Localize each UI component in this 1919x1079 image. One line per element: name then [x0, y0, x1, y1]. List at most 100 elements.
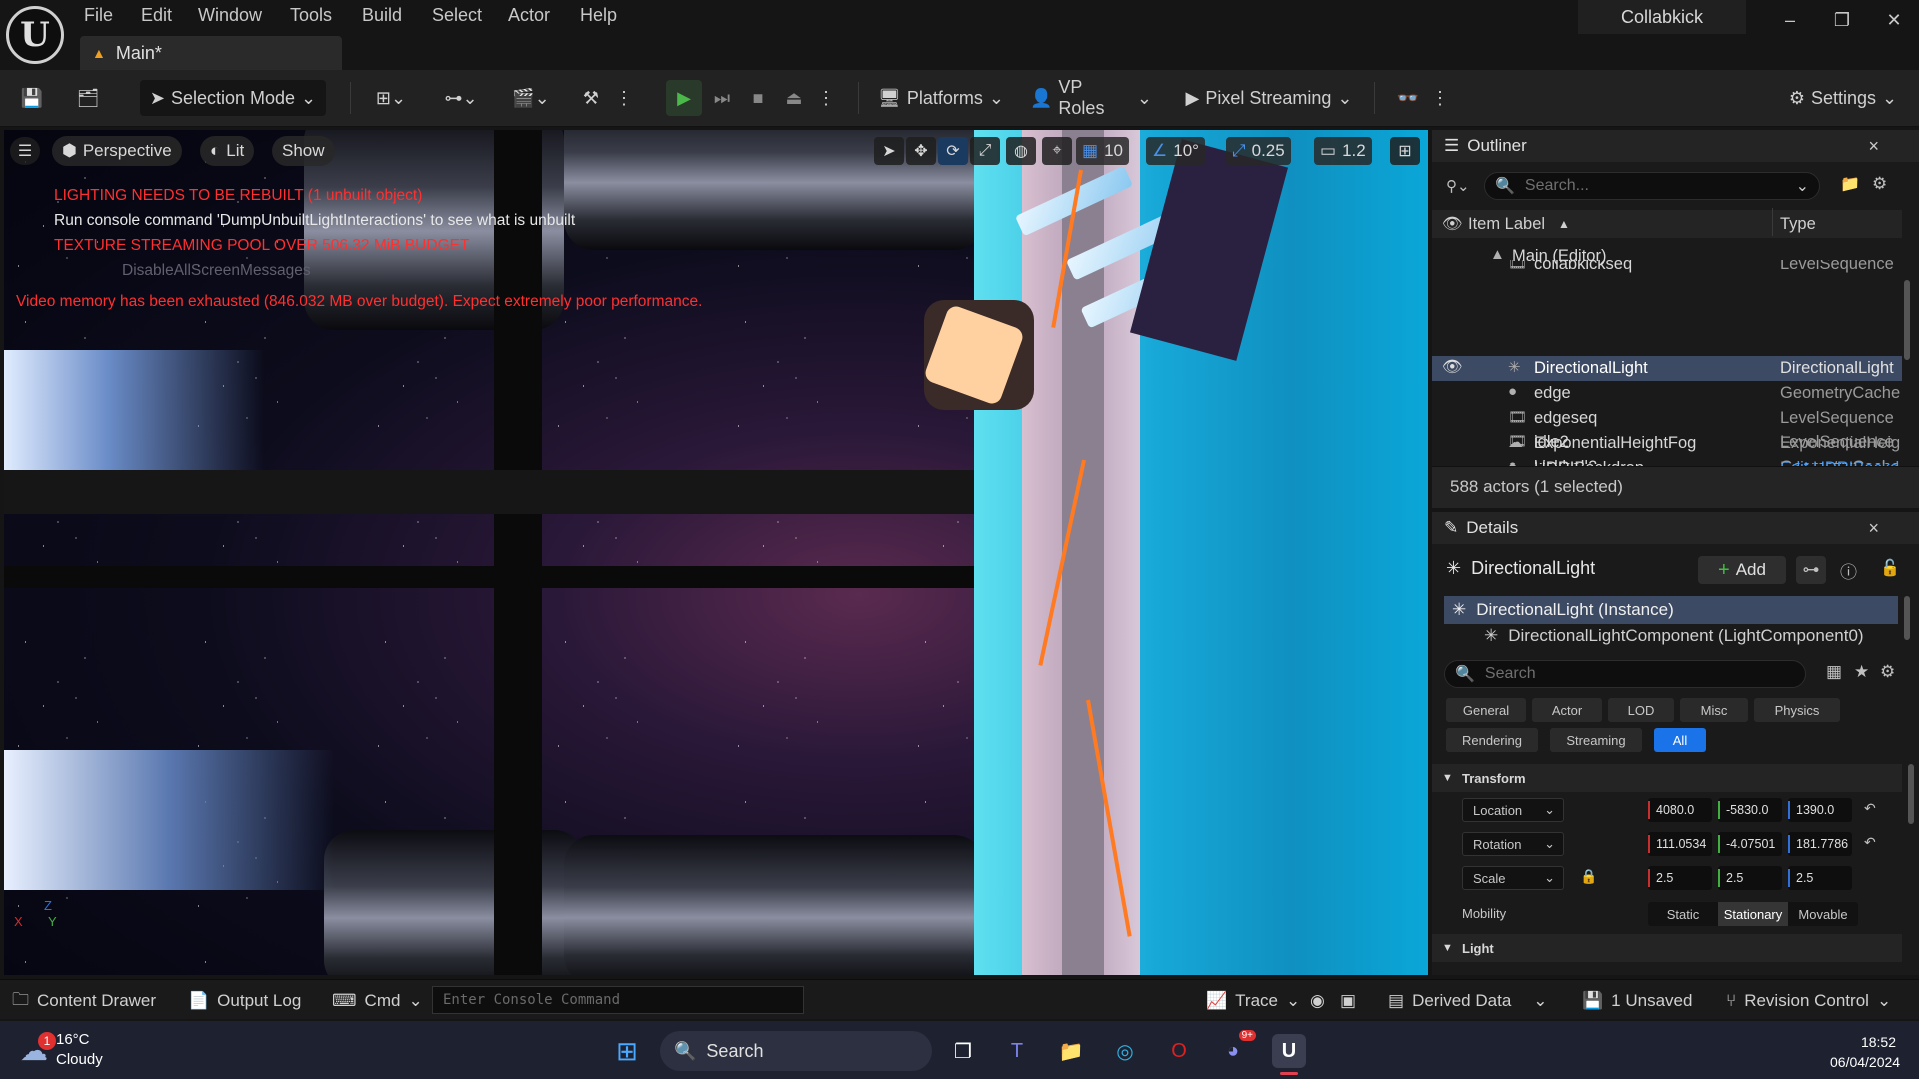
pixel-streaming-dropdown[interactable]: ▶ Pixel Streaming ⌄: [1180, 80, 1358, 116]
outliner-search-input[interactable]: 🔍 Search... ⌄: [1484, 172, 1820, 200]
stop-icon[interactable]: ■: [742, 80, 774, 116]
reset-icon[interactable]: ↶: [1864, 834, 1876, 851]
select-tool-icon[interactable]: ➤: [874, 137, 904, 165]
menu-tools[interactable]: Tools: [290, 5, 332, 29]
viewport-layout-icon[interactable]: ⊞: [1390, 137, 1420, 165]
scale-y-field[interactable]: 2.5: [1718, 866, 1782, 890]
clock[interactable]: 18:52 06/04/2024: [1830, 1032, 1900, 1072]
translate-tool-icon[interactable]: ✥: [906, 137, 936, 165]
output-log-button[interactable]: 📄 Output Log: [188, 990, 301, 1012]
mobility-movable[interactable]: Movable: [1788, 902, 1858, 926]
tree-row[interactable]: ● edge GeometryCache: [1432, 381, 1902, 406]
platforms-dropdown[interactable]: 🖥 Platforms ⌄: [874, 80, 1008, 116]
eject-icon[interactable]: ⏏: [778, 80, 810, 116]
console-command-input[interactable]: Enter Console Command: [432, 986, 804, 1014]
task-view-icon[interactable]: ❐: [946, 1034, 980, 1068]
record-icon[interactable]: ◉: [1310, 990, 1325, 1012]
rotation-x-field[interactable]: 111.0534: [1648, 832, 1712, 856]
type-column[interactable]: Type: [1780, 215, 1816, 234]
filter-lod[interactable]: LOD: [1608, 698, 1674, 722]
scale-snap-button[interactable]: ⤢ 0.25: [1226, 137, 1291, 165]
world-space-icon[interactable]: ◍: [1006, 137, 1036, 165]
blueprint-icon[interactable]: ⊶⌄: [438, 80, 484, 116]
mobility-stationary[interactable]: Stationary: [1718, 902, 1788, 926]
menu-help[interactable]: Help: [580, 5, 617, 29]
play-icon[interactable]: ▶: [666, 80, 702, 116]
revision-control-dropdown[interactable]: ⑂ Revision Control ⌄: [1726, 990, 1891, 1012]
location-x-field[interactable]: 4080.0: [1648, 798, 1712, 822]
save-icon[interactable]: 💾: [14, 80, 50, 116]
filter-physics[interactable]: Physics: [1754, 698, 1840, 722]
menu-edit[interactable]: Edit: [141, 5, 172, 29]
mobility-static[interactable]: Static: [1648, 902, 1718, 926]
trace-dropdown[interactable]: 📈 Trace ⌄: [1206, 990, 1300, 1012]
unreal-logo-icon[interactable]: U: [6, 6, 64, 64]
location-z-field[interactable]: 1390.0: [1788, 798, 1852, 822]
favorite-star-icon[interactable]: ★: [1854, 662, 1869, 682]
filter-all[interactable]: All: [1654, 728, 1706, 752]
more-options-icon[interactable]: ⋮: [614, 80, 634, 116]
table-view-icon[interactable]: ▦: [1826, 662, 1842, 682]
windows-start-icon[interactable]: ⊞: [610, 1034, 644, 1068]
visibility-column-icon[interactable]: 👁: [1442, 215, 1463, 234]
taskbar-search[interactable]: 🔍 Search: [660, 1031, 932, 1071]
cinematics-icon[interactable]: 🎬⌄: [508, 80, 554, 116]
filter-actor[interactable]: Actor: [1532, 698, 1602, 722]
location-dropdown[interactable]: Location ⌄: [1462, 798, 1564, 822]
tree-row[interactable]: 🎞 idle2 LevelSequence: [1432, 430, 1902, 455]
modeling-icon[interactable]: ⚒: [576, 80, 606, 116]
close-icon[interactable]: ×: [1868, 136, 1879, 157]
surface-snap-icon[interactable]: ⌖: [1042, 137, 1072, 165]
lock-icon[interactable]: 🔓: [1880, 558, 1900, 578]
vr-icon[interactable]: 👓: [1390, 80, 1426, 116]
advance-frame-icon[interactable]: ⏭: [706, 80, 738, 116]
content-browser-icon[interactable]: 🗂: [70, 80, 106, 116]
camera-speed-button[interactable]: ▭ 1.2: [1314, 137, 1372, 165]
menu-select[interactable]: Select: [432, 5, 482, 29]
teams-icon[interactable]: T: [1000, 1034, 1034, 1068]
reset-icon[interactable]: ↶: [1864, 800, 1876, 817]
menu-file[interactable]: File: [84, 5, 113, 29]
tree-row-selected[interactable]: 👁 ✳ DirectionalLight DirectionalLight: [1432, 356, 1902, 381]
menu-actor[interactable]: Actor: [508, 5, 550, 29]
component-instance-row[interactable]: ✳ DirectionalLight (Instance): [1444, 596, 1898, 624]
weather-widget[interactable]: ☁ 1 16°C Cloudy: [20, 1028, 103, 1072]
rotation-snap-button[interactable]: ∠ 10°: [1146, 137, 1205, 165]
unreal-engine-taskbar-icon[interactable]: U: [1272, 1034, 1306, 1068]
scale-dropdown[interactable]: Scale ⌄: [1462, 866, 1564, 890]
rotation-z-field[interactable]: 181.7786: [1788, 832, 1852, 856]
opera-icon[interactable]: O: [1162, 1034, 1196, 1068]
menu-window[interactable]: Window: [198, 5, 262, 29]
content-drawer-button[interactable]: 🗀 Content Drawer: [12, 990, 156, 1012]
details-scrollbar[interactable]: [1908, 764, 1914, 824]
scale-tool-icon[interactable]: ⤢: [970, 137, 1000, 165]
grid-snap-button[interactable]: ▦ 10: [1076, 137, 1129, 165]
discord-icon[interactable]: ◕ 9+: [1216, 1030, 1256, 1068]
file-explorer-icon[interactable]: 📁: [1054, 1034, 1088, 1068]
unsaved-button[interactable]: 💾 1 Unsaved: [1582, 990, 1692, 1012]
filter-rendering[interactable]: Rendering: [1446, 728, 1538, 752]
cmd-dropdown[interactable]: ⌨ Cmd ⌄: [332, 990, 423, 1012]
filter-icon[interactable]: ⚲⌄: [1446, 172, 1474, 200]
perspective-button[interactable]: ⬢ Perspective: [52, 136, 182, 166]
close-button[interactable]: ✕: [1874, 6, 1914, 34]
restore-button[interactable]: ❐: [1822, 6, 1862, 34]
add-component-button[interactable]: + Add: [1698, 556, 1786, 584]
location-y-field[interactable]: -5830.0: [1718, 798, 1782, 822]
component-row[interactable]: ✳ DirectionalLightComponent (LightCompon…: [1444, 626, 1898, 646]
scale-z-field[interactable]: 2.5: [1788, 866, 1852, 890]
filter-streaming[interactable]: Streaming: [1550, 728, 1642, 752]
new-folder-icon[interactable]: 📁: [1840, 174, 1860, 194]
level-tab[interactable]: ▲ Main*: [80, 36, 342, 70]
rotation-y-field[interactable]: -4.07501: [1718, 832, 1782, 856]
blueprint-convert-icon[interactable]: ⊶: [1796, 556, 1826, 584]
settings-dropdown[interactable]: ⚙ Settings ⌄: [1780, 80, 1906, 116]
add-actor-icon[interactable]: ⊞⌄: [368, 80, 414, 116]
scale-x-field[interactable]: 2.5: [1648, 866, 1712, 890]
visibility-eye-icon[interactable]: 👁: [1442, 358, 1463, 377]
show-button[interactable]: Show: [272, 136, 335, 166]
vp-roles-dropdown[interactable]: 👤 VP Roles ⌄: [1030, 77, 1152, 118]
snapshot-icon[interactable]: ▣: [1340, 990, 1356, 1012]
play-options-icon[interactable]: ⋮: [816, 80, 836, 116]
rotate-tool-icon[interactable]: ⟳: [938, 137, 968, 165]
